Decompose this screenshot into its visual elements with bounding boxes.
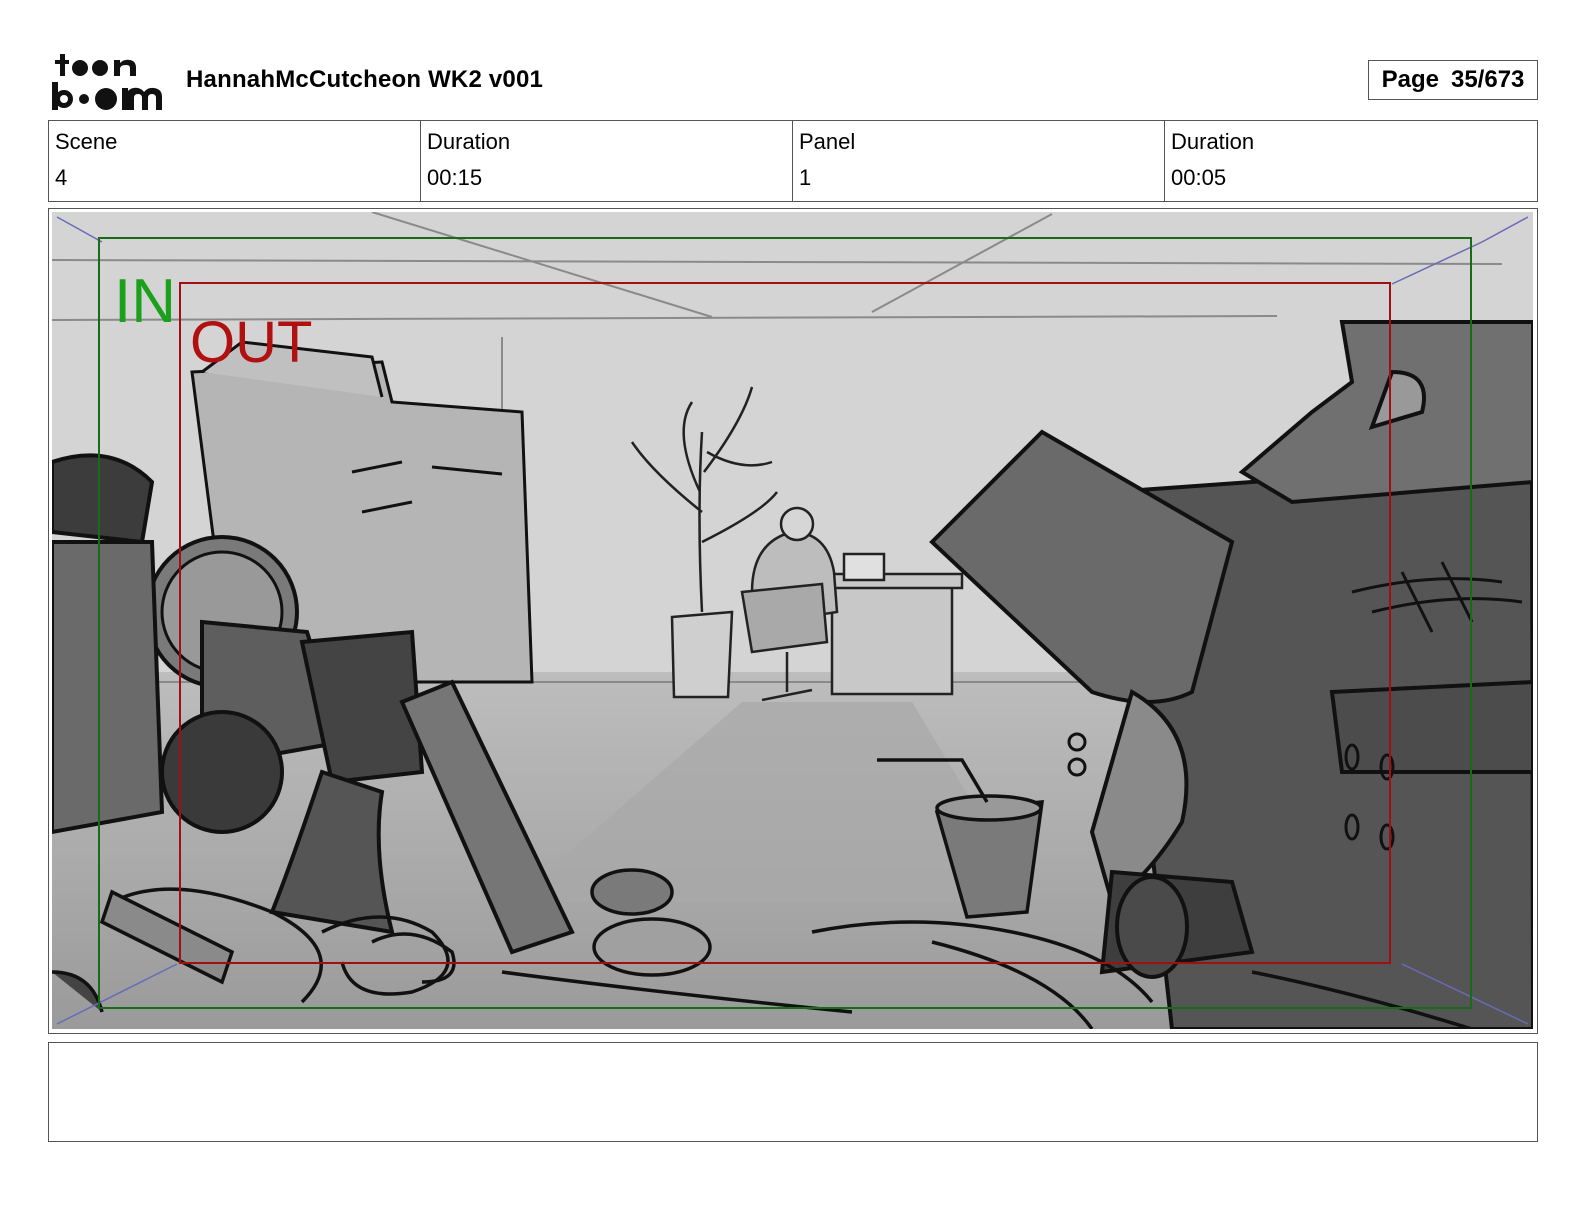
scene-info-table: Scene 4 Duration 00:15 Panel 1 Duration … (48, 120, 1538, 202)
scene-duration-value: 00:15 (427, 165, 483, 190)
panel-duration-value: 00:05 (1171, 165, 1227, 190)
page-label: Page (1381, 66, 1439, 93)
scene-duration-cell: Duration 00:15 (421, 121, 793, 201)
panel-cell: Panel 1 (793, 121, 1165, 201)
out-frame-label: OUT (190, 310, 312, 375)
panel-value: 1 (799, 165, 812, 190)
scene-duration-label: Duration (427, 129, 511, 154)
storyboard-sketch: IN OUT (52, 212, 1533, 1029)
page-indicator: Page 35/673 (1368, 60, 1538, 100)
panel-duration-cell: Duration 00:05 (1165, 121, 1537, 201)
storyboard-panel: IN OUT (48, 208, 1538, 1034)
document-title: HannahMcCutcheon WK2 v001 (186, 66, 544, 93)
page-number: 35/673 (1450, 66, 1525, 93)
in-frame-label: IN (114, 267, 176, 336)
scene-label: Scene (55, 129, 118, 154)
toon-boom-logo (52, 54, 162, 110)
panel-duration-label: Duration (1171, 129, 1255, 154)
panel-label: Panel (799, 129, 856, 154)
scene-value: 4 (55, 165, 68, 190)
scene-cell: Scene 4 (49, 121, 421, 201)
panel-notes-box[interactable] (48, 1042, 1538, 1142)
